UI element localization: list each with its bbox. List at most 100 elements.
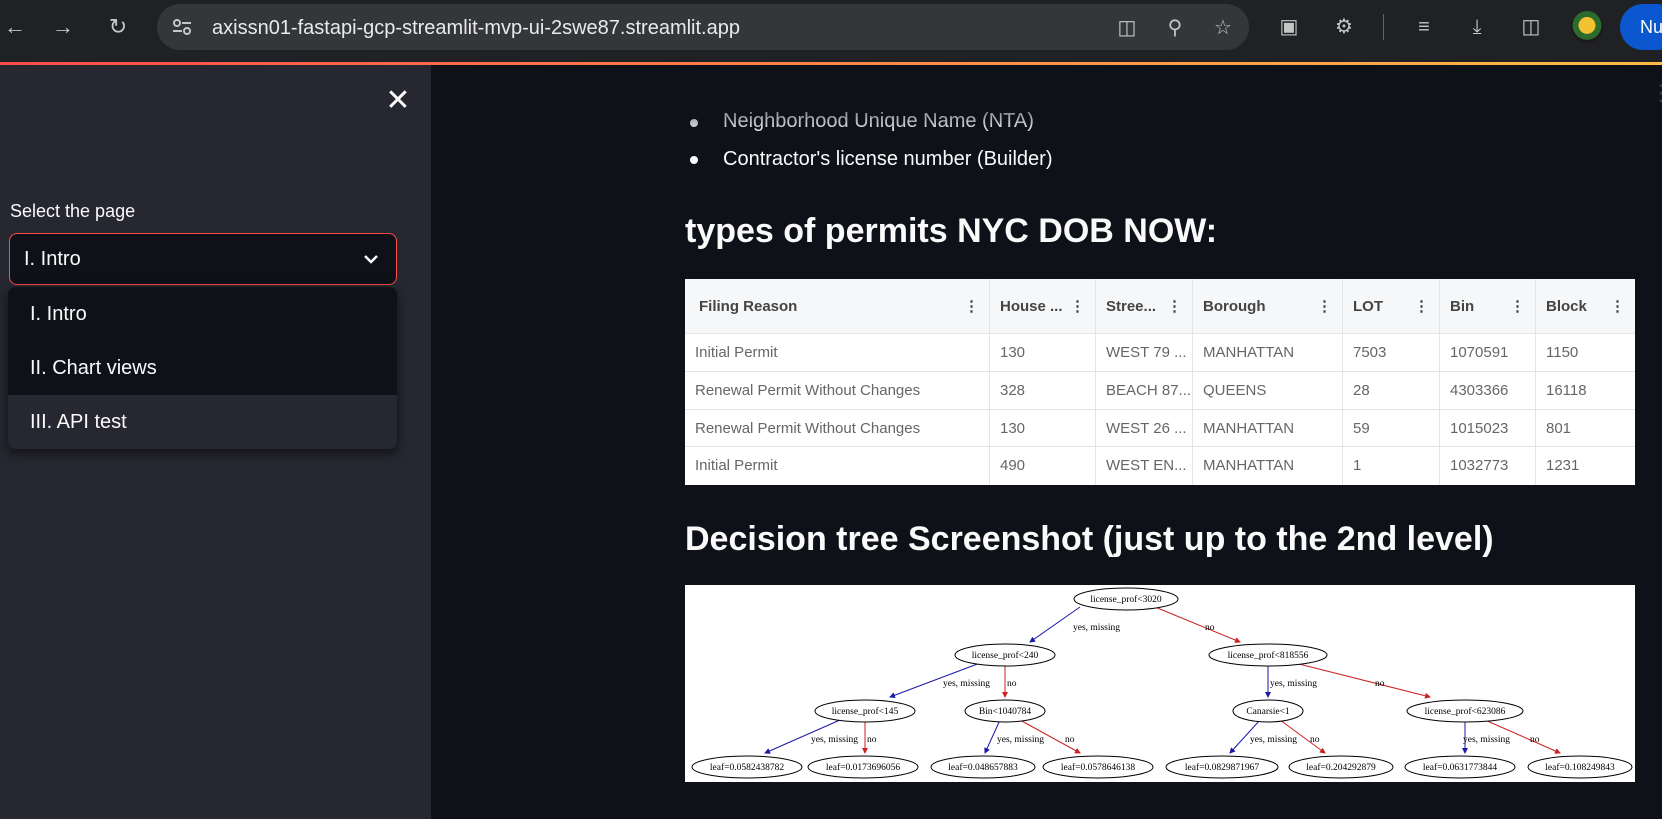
- table-cell[interactable]: 490: [990, 447, 1096, 485]
- column-header[interactable]: Block ⋮: [1536, 279, 1635, 334]
- column-menu-icon[interactable]: ⋮: [1070, 279, 1085, 333]
- table-cell[interactable]: 59: [1343, 410, 1440, 447]
- page-select[interactable]: I. Intro: [9, 233, 397, 285]
- table-cell[interactable]: 28: [1343, 372, 1440, 410]
- tree-leaf: leaf=0.0173696056: [826, 762, 900, 773]
- column-header[interactable]: LOT ⋮: [1343, 279, 1440, 334]
- column-header-label: Bin: [1450, 298, 1475, 315]
- option-chart-views[interactable]: II. Chart views: [8, 341, 397, 395]
- edge-label: yes, missing: [943, 679, 990, 689]
- reload-icon[interactable]: ↻: [103, 12, 133, 42]
- install-app-icon[interactable]: ◫: [1115, 16, 1139, 40]
- column-header[interactable]: Bin ⋮: [1440, 279, 1536, 334]
- tree-node: license_prof<3020: [1090, 594, 1162, 605]
- column-header-label: LOT: [1353, 298, 1383, 315]
- downloads-icon[interactable]: ⤓: [1463, 13, 1491, 41]
- address-bar[interactable]: axissn01-fastapi-gcp-streamlit-mvp-ui-2s…: [157, 4, 1249, 50]
- extensions-icon[interactable]: ⚙: [1330, 13, 1358, 41]
- option-api-test[interactable]: III. API test: [8, 395, 397, 449]
- site-settings-icon[interactable]: [171, 16, 193, 38]
- column-menu-icon[interactable]: ⋮: [1510, 279, 1525, 333]
- table-cell[interactable]: WEST EN...: [1096, 447, 1193, 485]
- table-cell[interactable]: 130: [990, 410, 1096, 447]
- column-menu-icon[interactable]: ⋮: [1317, 279, 1332, 333]
- column-header-label: Filing Reason: [699, 298, 798, 315]
- table-cell[interactable]: 1150: [1536, 334, 1635, 372]
- tree-leaf: leaf=0.0829871967: [1185, 762, 1259, 773]
- zoom-icon[interactable]: ⚲: [1163, 16, 1187, 40]
- side-panel-icon[interactable]: ◫: [1517, 13, 1545, 41]
- bookmark-star-icon[interactable]: ☆: [1211, 16, 1235, 40]
- column-header-label: Block: [1546, 298, 1587, 315]
- column-header[interactable]: Borough ⋮: [1193, 279, 1343, 334]
- column-header[interactable]: Filing Reason ⋮: [685, 279, 990, 334]
- column-header-label: Borough: [1203, 298, 1266, 315]
- table-cell[interactable]: 1: [1343, 447, 1440, 485]
- tree-node: license_prof<623086: [1425, 706, 1506, 717]
- table-cell[interactable]: BEACH 87...: [1096, 372, 1193, 410]
- sidebar: ✕ Select the page I. Intro I. Intro II. …: [0, 65, 431, 819]
- tree-node: license_prof<818556: [1228, 650, 1309, 661]
- profile-button[interactable]: Nu: [1620, 4, 1662, 50]
- tree-leaf: leaf=0.048657883: [948, 762, 1018, 773]
- close-sidebar-icon[interactable]: ✕: [382, 85, 414, 117]
- table-cell[interactable]: 1231: [1536, 447, 1635, 485]
- column-menu-icon[interactable]: ⋮: [1167, 279, 1182, 333]
- table-cell[interactable]: WEST 26 ...: [1096, 410, 1193, 447]
- table-cell[interactable]: 130: [990, 334, 1096, 372]
- page-select-value: I. Intro: [24, 248, 81, 270]
- chevron-down-icon[interactable]: [360, 248, 382, 270]
- edge-label: no: [1065, 735, 1075, 745]
- table-cell[interactable]: 7503: [1343, 334, 1440, 372]
- edge-label: yes, missing: [811, 735, 858, 745]
- tree-leaf: leaf=0.0631773844: [1423, 762, 1497, 773]
- bullet-marker: [690, 156, 698, 164]
- table-cell[interactable]: Renewal Permit Without Changes: [685, 410, 990, 447]
- table-cell[interactable]: 4303366: [1440, 372, 1536, 410]
- edge-label: yes, missing: [1270, 679, 1317, 689]
- bullet-marker: [690, 119, 698, 127]
- permits-heading: types of permits NYC DOB NOW:: [685, 212, 1218, 250]
- main-menu-icon[interactable]: ⋮: [1650, 80, 1662, 108]
- table-cell[interactable]: MANHATTAN: [1193, 410, 1343, 447]
- table-cell[interactable]: 328: [990, 372, 1096, 410]
- extension-logo-icon[interactable]: [1571, 11, 1603, 43]
- column-menu-icon[interactable]: ⋮: [964, 279, 979, 333]
- browser-toolbar: ← → ↻ axissn01-fastapi-gcp-streamlit-mvp…: [0, 0, 1662, 62]
- bullet-item: Neighborhood Unique Name (NTA): [723, 110, 1034, 132]
- table-cell[interactable]: QUEENS: [1193, 372, 1343, 410]
- table-cell[interactable]: Initial Permit: [685, 334, 990, 372]
- back-icon[interactable]: ←: [0, 12, 30, 42]
- column-header[interactable]: House ... ⋮: [990, 279, 1096, 334]
- table-cell[interactable]: 16118: [1536, 372, 1635, 410]
- table-cell[interactable]: Initial Permit: [685, 447, 990, 485]
- table-cell[interactable]: 1070591: [1440, 334, 1536, 372]
- option-intro[interactable]: I. Intro: [8, 287, 397, 341]
- picture-in-picture-icon[interactable]: ▣: [1275, 13, 1303, 41]
- edge-label: no: [1007, 679, 1017, 689]
- tree-leaf: leaf=0.0578646138: [1061, 762, 1135, 773]
- tree-node: license_prof<145: [832, 706, 899, 717]
- table-cell[interactable]: MANHATTAN: [1193, 447, 1343, 485]
- column-header[interactable]: Stree... ⋮: [1096, 279, 1193, 334]
- tree-leaf: leaf=0.204292879: [1306, 762, 1376, 773]
- table-cell[interactable]: 1015023: [1440, 410, 1536, 447]
- tree-edges: [764, 606, 1561, 754]
- tree-node: Bin<1040784: [979, 707, 1032, 717]
- table-cell[interactable]: 801: [1536, 410, 1635, 447]
- table-cell[interactable]: 1032773: [1440, 447, 1536, 485]
- edge-label: no: [1310, 735, 1320, 745]
- edge-label: yes, missing: [1250, 735, 1297, 745]
- select-page-label: Select the page: [10, 201, 136, 221]
- column-menu-icon[interactable]: ⋮: [1610, 279, 1625, 333]
- permits-table[interactable]: Filing Reason ⋮ House ... ⋮ Stree... ⋮ Boro…: [685, 279, 1635, 485]
- table-cell[interactable]: Renewal Permit Without Changes: [685, 372, 990, 410]
- edge-label: no: [867, 735, 877, 745]
- media-queue-icon[interactable]: ≡: [1410, 13, 1438, 41]
- table-cell[interactable]: WEST 79 ...: [1096, 334, 1193, 372]
- edge-label: yes, missing: [1073, 623, 1120, 633]
- edge-label: no: [1530, 735, 1540, 745]
- table-cell[interactable]: MANHATTAN: [1193, 334, 1343, 372]
- forward-icon[interactable]: →: [48, 12, 78, 42]
- column-menu-icon[interactable]: ⋮: [1414, 279, 1429, 333]
